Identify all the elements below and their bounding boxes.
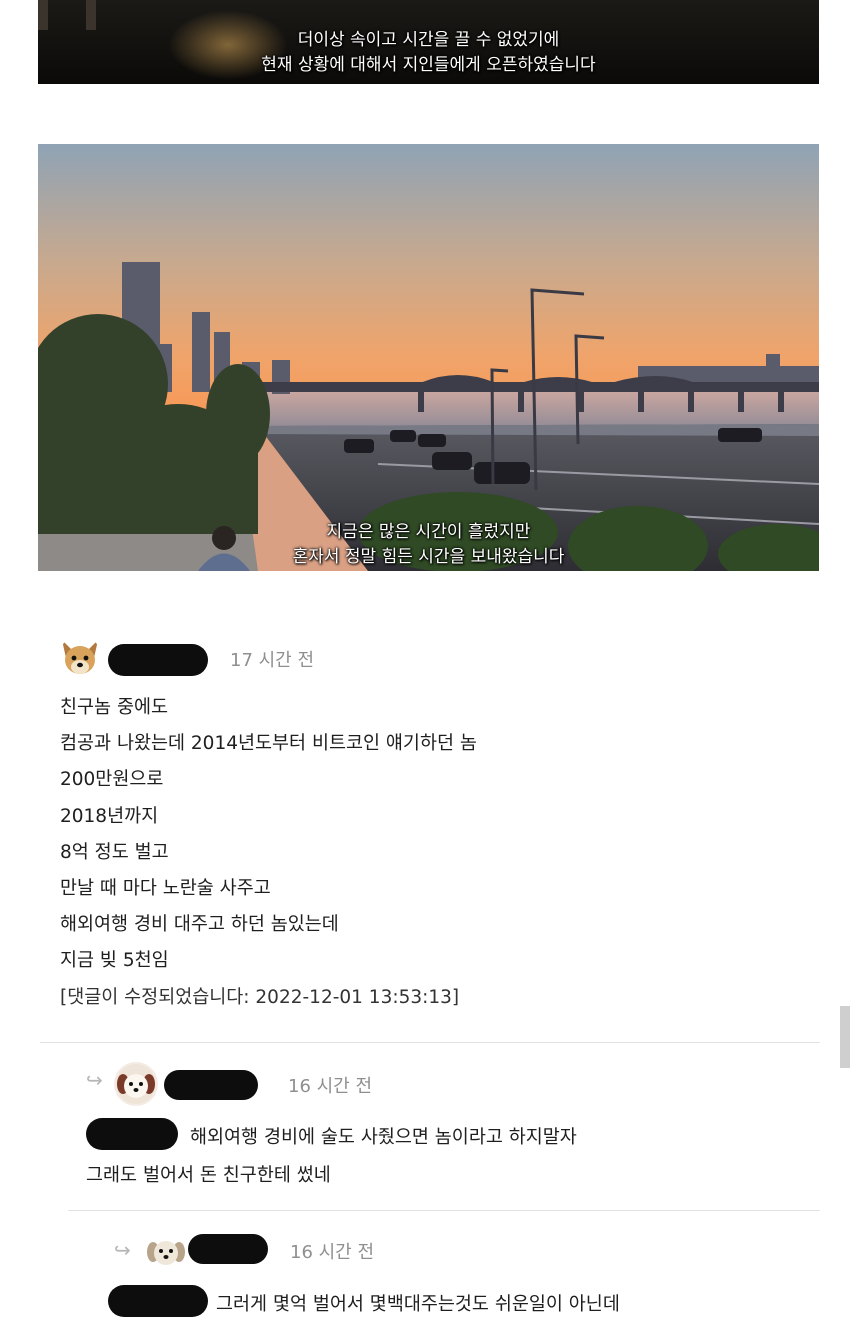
comment-line: 친구놈 중에도 [60, 697, 169, 718]
comment-time: 17 시간 전 [230, 650, 315, 671]
bridge-pillar [86, 0, 96, 30]
redacted-mention [108, 1285, 208, 1317]
redacted-mention [86, 1118, 178, 1150]
redacted-username [108, 644, 208, 676]
puppy-avatar-icon[interactable] [146, 1232, 186, 1272]
scrollbar-thumb[interactable] [840, 1006, 850, 1068]
video-subtitle-line-1: 지금은 많은 시간이 흘렀지만 [326, 522, 531, 542]
comment-body: 친구놈 중에도컴공과 나왔는데 2014년도부터 비트코인 얘기하던 놈 200만… [60, 690, 477, 1016]
redacted-username [188, 1234, 268, 1264]
bridge-pillar [38, 0, 48, 30]
dog-avatar-icon[interactable] [58, 636, 102, 680]
reply-time: 16 시간 전 [288, 1076, 373, 1097]
comment-line: 만날 때 마다 노란술 사주고 [60, 878, 271, 900]
edited-note: [댓글이 수정되었습니다: 2022-12-01 13:53:13] [60, 986, 460, 1008]
video-frame-sunset: 지금은 많은 시간이 흘렀지만 혼자서 정말 힘든 시간을 보내왔습니다 [38, 144, 819, 571]
comment-line: 해외여행 경비 대주고 하던 놈있는데 [60, 914, 339, 936]
comment-line: 컴공과 나왔는데 2014년도부터 비트코인 얘기하던 놈 [60, 733, 477, 755]
reply-line: 그러게 몇억 벌어서 몇백대주는것도 쉬운일이 아닌데 [216, 1294, 620, 1315]
sunset-scene-image [38, 144, 819, 571]
redacted-username [164, 1070, 258, 1100]
comment-line: 2018년까지 [60, 805, 159, 827]
reply-divider [68, 1210, 820, 1211]
reply-time: 16 시간 전 [290, 1242, 375, 1263]
reply-arrow-icon: ↪ [86, 1068, 103, 1092]
video-subtitle-line-2: 혼자서 정말 힘든 시간을 보내왔습니다 [292, 547, 565, 567]
comment-line: 8억 정도 벌고 [60, 841, 169, 863]
reply-arrow-icon: ↪ [114, 1238, 131, 1262]
puppy-avatar-icon[interactable] [114, 1062, 158, 1106]
reply-line: 해외여행 경비에 술도 사줬으면 놈이라고 하지말자 [190, 1127, 577, 1148]
reply-line: 그래도 벌어서 돈 친구한테 썼네 [86, 1165, 331, 1186]
video-subtitle-line-2: 현재 상황에 대해서 지인들에게 오픈하였습니다 [261, 55, 596, 75]
video-subtitle-line-1: 더이상 속이고 시간을 끌 수 없었기에 [297, 30, 560, 50]
comment-divider [40, 1042, 820, 1043]
comment-line: 지금 빚 5천임 [60, 950, 169, 972]
video-frame-top: 더이상 속이고 시간을 끌 수 없었기에 현재 상황에 대해서 지인들에게 오픈… [38, 0, 819, 84]
comment-line: 200만원으로 [60, 769, 164, 791]
